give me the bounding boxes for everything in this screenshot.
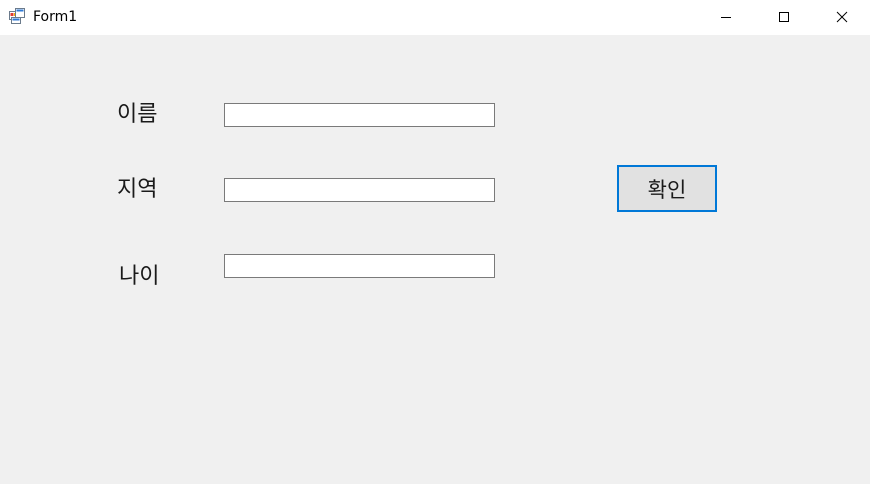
app-icon[interactable] bbox=[9, 8, 25, 24]
close-icon bbox=[836, 8, 848, 27]
title-bar[interactable]: Form1 bbox=[0, 0, 870, 35]
confirm-button[interactable]: 확인 bbox=[617, 165, 717, 212]
window-title: Form1 bbox=[33, 9, 78, 25]
name-input[interactable] bbox=[224, 103, 495, 127]
region-label: 지역 bbox=[117, 177, 158, 202]
form-client-area: 이름 지역 나이 확인 bbox=[0, 35, 870, 484]
close-button[interactable] bbox=[819, 0, 865, 35]
form1-window: Form1 이름 지역 나이 확인 bbox=[0, 0, 870, 484]
region-input[interactable] bbox=[224, 178, 495, 202]
age-label: 나이 bbox=[119, 264, 160, 289]
maximize-icon bbox=[778, 8, 790, 27]
name-label: 이름 bbox=[117, 102, 158, 127]
age-input[interactable] bbox=[224, 254, 495, 278]
maximize-button[interactable] bbox=[761, 0, 807, 35]
minimize-icon bbox=[720, 8, 732, 27]
minimize-button[interactable] bbox=[703, 0, 749, 35]
